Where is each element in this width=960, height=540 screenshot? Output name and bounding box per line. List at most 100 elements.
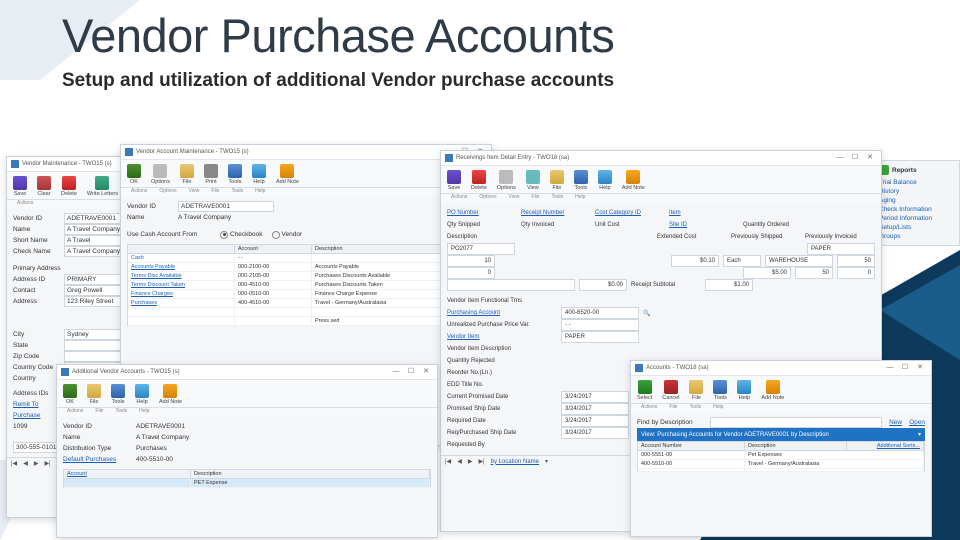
value-field[interactable]: 50 — [795, 267, 833, 279]
purchase-link[interactable]: Purchase — [13, 412, 61, 419]
table-row[interactable]: Terms Discount Taken000-4510-00Purchases… — [127, 281, 485, 290]
add-note-button[interactable]: Add Note — [622, 170, 645, 191]
qty-ordered-field[interactable]: 50 — [837, 255, 875, 267]
purch-account-link[interactable]: Purchasing Account — [447, 310, 557, 316]
add-note-button[interactable]: Add Note — [159, 384, 182, 405]
uom-field[interactable]: Each — [723, 255, 761, 267]
save-button[interactable]: Save — [13, 176, 27, 197]
delete-button[interactable]: Delete — [61, 176, 77, 197]
report-link[interactable]: Aging — [879, 196, 954, 205]
window-title: Receivings Item Detail Entry - TWO18 (sa… — [456, 155, 569, 161]
value-field[interactable]: $5.00 — [743, 267, 791, 279]
write-letters-button[interactable]: Write Letters — [87, 176, 118, 197]
options-button[interactable]: Options — [497, 170, 516, 191]
receipt-number-link[interactable]: Receipt Number — [521, 210, 591, 216]
table-row[interactable]: Press sed→ — [127, 317, 485, 326]
tools-button[interactable]: Tools — [713, 380, 727, 401]
po-number-link[interactable]: PO Number — [447, 210, 517, 216]
help-button[interactable]: Help — [135, 384, 149, 405]
po-field[interactable]: PO2077 — [447, 243, 515, 255]
tools-button[interactable]: Tools — [228, 164, 242, 185]
add-note-button[interactable]: Add Note — [276, 164, 299, 185]
vendor-item-field[interactable]: PAPER — [561, 331, 639, 343]
maximize-button[interactable]: ☐ — [898, 363, 912, 373]
minimize-button[interactable]: — — [883, 363, 897, 373]
minimize-button[interactable]: — — [833, 153, 847, 163]
vendor-item-link[interactable]: Vendor Item — [447, 334, 557, 340]
maximize-button[interactable]: ☐ — [404, 367, 418, 377]
label: Req/Purchased Ship Date — [447, 430, 557, 436]
options-button[interactable]: Options — [151, 164, 170, 185]
date-field[interactable]: 3/24/2017 — [561, 391, 629, 403]
value-field[interactable]: $0.00 — [579, 279, 627, 291]
help-button[interactable]: Help — [598, 170, 612, 191]
select-button[interactable]: Select — [637, 380, 652, 401]
item-link[interactable]: Item — [669, 210, 739, 216]
report-link[interactable]: Check Information — [879, 205, 954, 214]
save-button[interactable]: Save — [447, 170, 461, 191]
titlebar: Vendor Account Maintenance - TWO15 (s) —… — [121, 145, 491, 160]
ok-button[interactable]: OK — [63, 384, 77, 405]
radio-checkbook[interactable]: Checkbook — [220, 231, 263, 239]
view-button[interactable]: View — [526, 170, 540, 191]
table-row[interactable]: → — [127, 308, 485, 317]
radio-vendor[interactable]: Vendor — [272, 231, 303, 239]
report-link[interactable]: History — [879, 187, 954, 196]
label: Contact — [13, 287, 61, 294]
date-field[interactable]: 3/24/2017 — [561, 403, 629, 415]
file-button[interactable]: File — [87, 384, 101, 405]
help-button[interactable]: Help — [252, 164, 266, 185]
maximize-button[interactable]: ☐ — [848, 153, 862, 163]
table-row[interactable]: Accounts Payable000-2100-00Accounts Paya… — [127, 263, 485, 272]
open-button[interactable]: Open — [909, 419, 925, 426]
lookup-icon[interactable]: 🔍 — [643, 310, 651, 317]
default-purchases-link[interactable]: Default Purchases — [63, 456, 133, 463]
view-bar[interactable]: View: Purchasing Accounts for Vendor ADE… — [637, 428, 925, 441]
delete-button[interactable]: Delete — [471, 170, 487, 191]
subtotal-field[interactable]: $1.00 — [705, 279, 753, 291]
remit-to-link[interactable]: Remit To — [13, 401, 61, 408]
clear-button[interactable]: Clear — [37, 176, 51, 197]
table-row[interactable]: 000-5551-00Pet Expenses — [637, 451, 925, 460]
date-field[interactable]: 3/24/2017 — [561, 415, 629, 427]
cost-category-link[interactable]: Cost Category ID — [595, 210, 665, 216]
add-note-button[interactable]: Add Note — [761, 380, 784, 401]
file-button[interactable]: File — [180, 164, 194, 185]
table-row[interactable]: 400-5510-00Travel - Germany/Australasia — [637, 460, 925, 469]
value-field[interactable] — [447, 279, 575, 291]
new-button[interactable]: New — [885, 419, 906, 426]
purch-account-field[interactable]: 400-6520-00 — [561, 307, 639, 319]
value-field[interactable]: 0 — [447, 267, 495, 279]
table-row[interactable]: PET Expense — [63, 479, 431, 488]
value-field[interactable]: 0 — [837, 267, 875, 279]
file-button[interactable]: File — [550, 170, 564, 191]
vendor-id-field[interactable]: ADETRAVE0001 — [178, 201, 274, 212]
tools-button[interactable]: Tools — [111, 384, 125, 405]
report-link[interactable]: Period Information — [879, 214, 954, 223]
item-field[interactable]: PAPER — [807, 243, 875, 255]
report-link[interactable]: Groups — [879, 232, 954, 241]
file-button[interactable]: File — [689, 380, 703, 401]
close-button[interactable]: ✕ — [419, 367, 433, 377]
site-field[interactable]: WAREHOUSE — [765, 255, 833, 267]
table-row[interactable] — [637, 469, 925, 472]
report-link[interactable]: Setup/Lists — [879, 223, 954, 232]
help-button[interactable]: Help — [737, 380, 751, 401]
table-row[interactable]: Cash- -→ — [127, 254, 485, 263]
table-row[interactable]: Purchases400-4510-00Travel - Germany/Aus… — [127, 299, 485, 308]
minimize-button[interactable]: — — [389, 367, 403, 377]
ok-button[interactable]: OK — [127, 164, 141, 185]
date-field[interactable]: 3/24/2017 — [561, 427, 629, 439]
print-button[interactable]: Print — [204, 164, 218, 185]
qty-field[interactable]: 10 — [447, 255, 495, 267]
close-button[interactable]: ✕ — [913, 363, 927, 373]
app-icon — [445, 154, 453, 162]
table-row[interactable]: Terms Disc Available000-2105-00Purchases… — [127, 272, 485, 281]
close-button[interactable]: ✕ — [863, 153, 877, 163]
tools-button[interactable]: Tools — [574, 170, 588, 191]
find-field[interactable] — [710, 417, 882, 428]
cost-field[interactable]: $0.10 — [671, 255, 719, 267]
cancel-button[interactable]: Cancel — [662, 380, 679, 401]
table-row[interactable]: Finance Charges000-0510-00Finance Charge… — [127, 290, 485, 299]
report-link[interactable]: Trial Balance — [879, 178, 954, 187]
